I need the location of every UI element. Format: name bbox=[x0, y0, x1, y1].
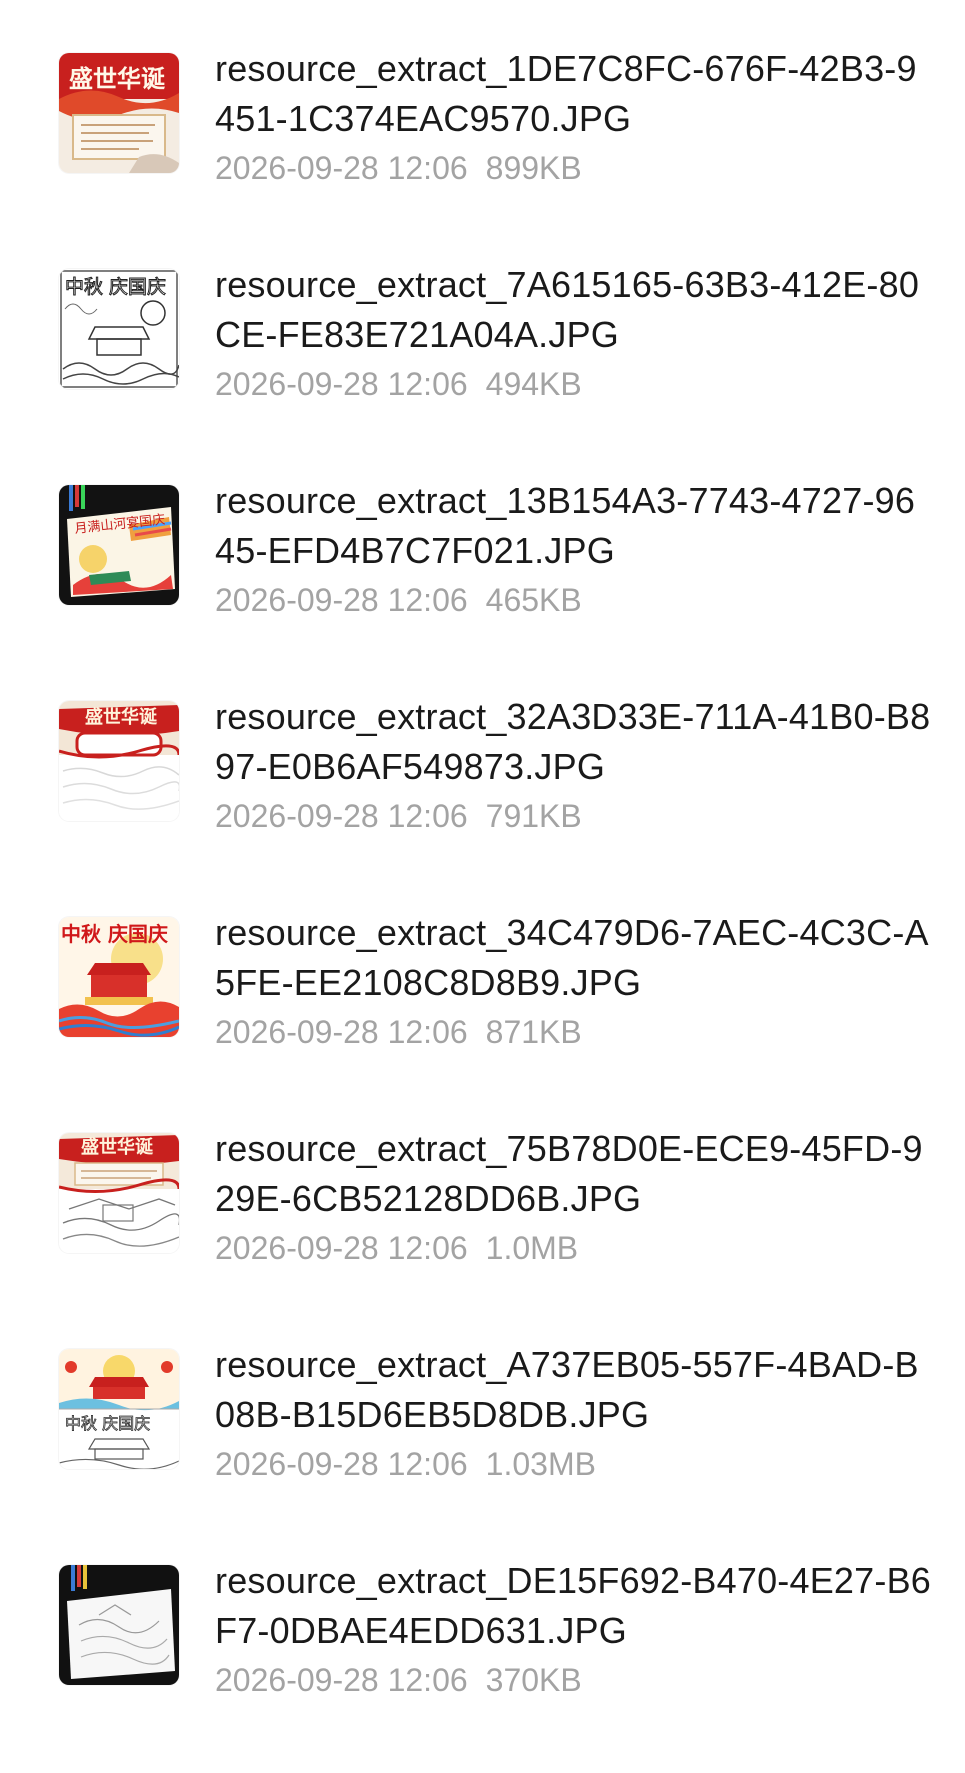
red-poster-thumbnail: 盛世华诞 bbox=[59, 53, 179, 173]
file-name: resource_extract_34C479D6-7AEC-4C3C-A5FE… bbox=[215, 912, 929, 1003]
file-size: 494KB bbox=[485, 366, 582, 402]
file-meta: 2026-09-28 12:06 791KB bbox=[215, 796, 582, 836]
file-date: 2026-09-28 12:06 bbox=[215, 582, 468, 618]
colored-card-on-dark-thumbnail: 月满山河宴国庆 bbox=[59, 485, 179, 605]
file-date: 2026-09-28 12:06 bbox=[215, 798, 468, 834]
file-meta: 2026-09-28 12:06 899KB bbox=[215, 148, 582, 188]
file-date: 2026-09-28 12:06 bbox=[215, 150, 468, 186]
red-banner-sketch-thumbnail-image: 盛世华诞 bbox=[59, 1133, 179, 1253]
red-banner-half-thumbnail: 盛世华诞 bbox=[59, 701, 179, 821]
file-list-item[interactable]: 中秋 庆国庆 resource_extract_34C479D6-7AEC-4C… bbox=[0, 864, 965, 1064]
line-drawing-thumbnail-image: 中秋 庆国庆 bbox=[59, 269, 179, 389]
red-banner-half-thumbnail-image: 盛世华诞 bbox=[59, 701, 179, 821]
file-list-item[interactable]: 中秋 庆国庆 resource_extract_7A615165-63B3-41… bbox=[0, 216, 965, 416]
svg-text:中秋 庆国庆: 中秋 庆国庆 bbox=[65, 1414, 150, 1433]
file-name: resource_extract_A737EB05-557F-4BAD-B08B… bbox=[215, 1344, 919, 1435]
file-date: 2026-09-28 12:06 bbox=[215, 1014, 468, 1050]
colored-card-on-dark-thumbnail-image: 月满山河宴国庆 bbox=[59, 485, 179, 605]
red-banner-sketch-thumbnail: 盛世华诞 bbox=[59, 1133, 179, 1253]
file-size: 791KB bbox=[485, 798, 582, 834]
file-size: 899KB bbox=[485, 150, 582, 186]
file-size: 1.03MB bbox=[485, 1446, 596, 1482]
svg-text:盛世华诞: 盛世华诞 bbox=[81, 1136, 154, 1158]
red-gate-moon-thumbnail-image: 中秋 庆国庆 bbox=[59, 917, 179, 1037]
file-meta: 2026-09-28 12:06 370KB bbox=[215, 1660, 582, 1700]
svg-text:中秋 庆国庆: 中秋 庆国庆 bbox=[65, 276, 166, 298]
svg-text:中秋 庆国庆: 中秋 庆国庆 bbox=[61, 922, 168, 946]
file-name: resource_extract_13B154A3-7743-4727-9645… bbox=[215, 480, 916, 571]
file-size: 1.0MB bbox=[485, 1230, 579, 1266]
file-size: 871KB bbox=[485, 1014, 582, 1050]
color-and-sketch-thumbnail: 中秋 庆国庆 bbox=[59, 1349, 179, 1469]
file-name: resource_extract_32A3D33E-711A-41B0-B897… bbox=[215, 696, 931, 787]
color-and-sketch-thumbnail-image: 中秋 庆国庆 bbox=[59, 1349, 179, 1469]
red-poster-thumbnail-image: 盛世华诞 bbox=[59, 53, 179, 173]
file-name: resource_extract_1DE7C8FC-676F-42B3-9451… bbox=[215, 48, 917, 139]
file-list-item[interactable]: resource_extract_DE15F692-B470-4E27-B6F7… bbox=[0, 1512, 965, 1712]
file-name: resource_extract_DE15F692-B470-4E27-B6F7… bbox=[215, 1560, 931, 1651]
line-drawing-thumbnail: 中秋 庆国庆 bbox=[59, 269, 179, 389]
file-list-item[interactable]: 盛世华诞 resource_extract_75B78D0E-ECE9-45FD… bbox=[0, 1080, 965, 1280]
sketch-card-on-dark-thumbnail-image bbox=[59, 1565, 179, 1685]
file-list-item[interactable]: 中秋 庆国庆 resource_extract_A737EB05-557F-4B… bbox=[0, 1296, 965, 1496]
file-meta: 2026-09-28 12:06 494KB bbox=[215, 364, 582, 404]
file-name: resource_extract_7A615165-63B3-412E-80CE… bbox=[215, 264, 920, 355]
file-date: 2026-09-28 12:06 bbox=[215, 366, 468, 402]
svg-text:盛世华诞: 盛世华诞 bbox=[85, 706, 158, 728]
file-list-item[interactable]: 月满山河宴国庆 resource_extract_13B154A3-7743-4… bbox=[0, 432, 965, 632]
file-list-item[interactable]: 盛世华诞 resource_extract_1DE7C8FC-676F-42B3… bbox=[0, 0, 965, 200]
file-date: 2026-09-28 12:06 bbox=[215, 1662, 468, 1698]
file-name: resource_extract_75B78D0E-ECE9-45FD-929E… bbox=[215, 1128, 923, 1219]
file-meta: 2026-09-28 12:06 871KB bbox=[215, 1012, 582, 1052]
file-size: 465KB bbox=[485, 582, 582, 618]
file-date: 2026-09-28 12:06 bbox=[215, 1230, 468, 1266]
sketch-card-on-dark-thumbnail bbox=[59, 1565, 179, 1685]
svg-text:盛世华诞: 盛世华诞 bbox=[69, 65, 166, 93]
file-meta: 2026-09-28 12:06 465KB bbox=[215, 580, 582, 620]
file-date: 2026-09-28 12:06 bbox=[215, 1446, 468, 1482]
red-gate-moon-thumbnail: 中秋 庆国庆 bbox=[59, 917, 179, 1037]
file-list-item[interactable]: 盛世华诞 resource_extract_32A3D33E-711A-41B0… bbox=[0, 648, 965, 848]
file-meta: 2026-09-28 12:06 1.0MB bbox=[215, 1228, 578, 1268]
file-meta: 2026-09-28 12:06 1.03MB bbox=[215, 1444, 596, 1484]
file-size: 370KB bbox=[485, 1662, 582, 1698]
